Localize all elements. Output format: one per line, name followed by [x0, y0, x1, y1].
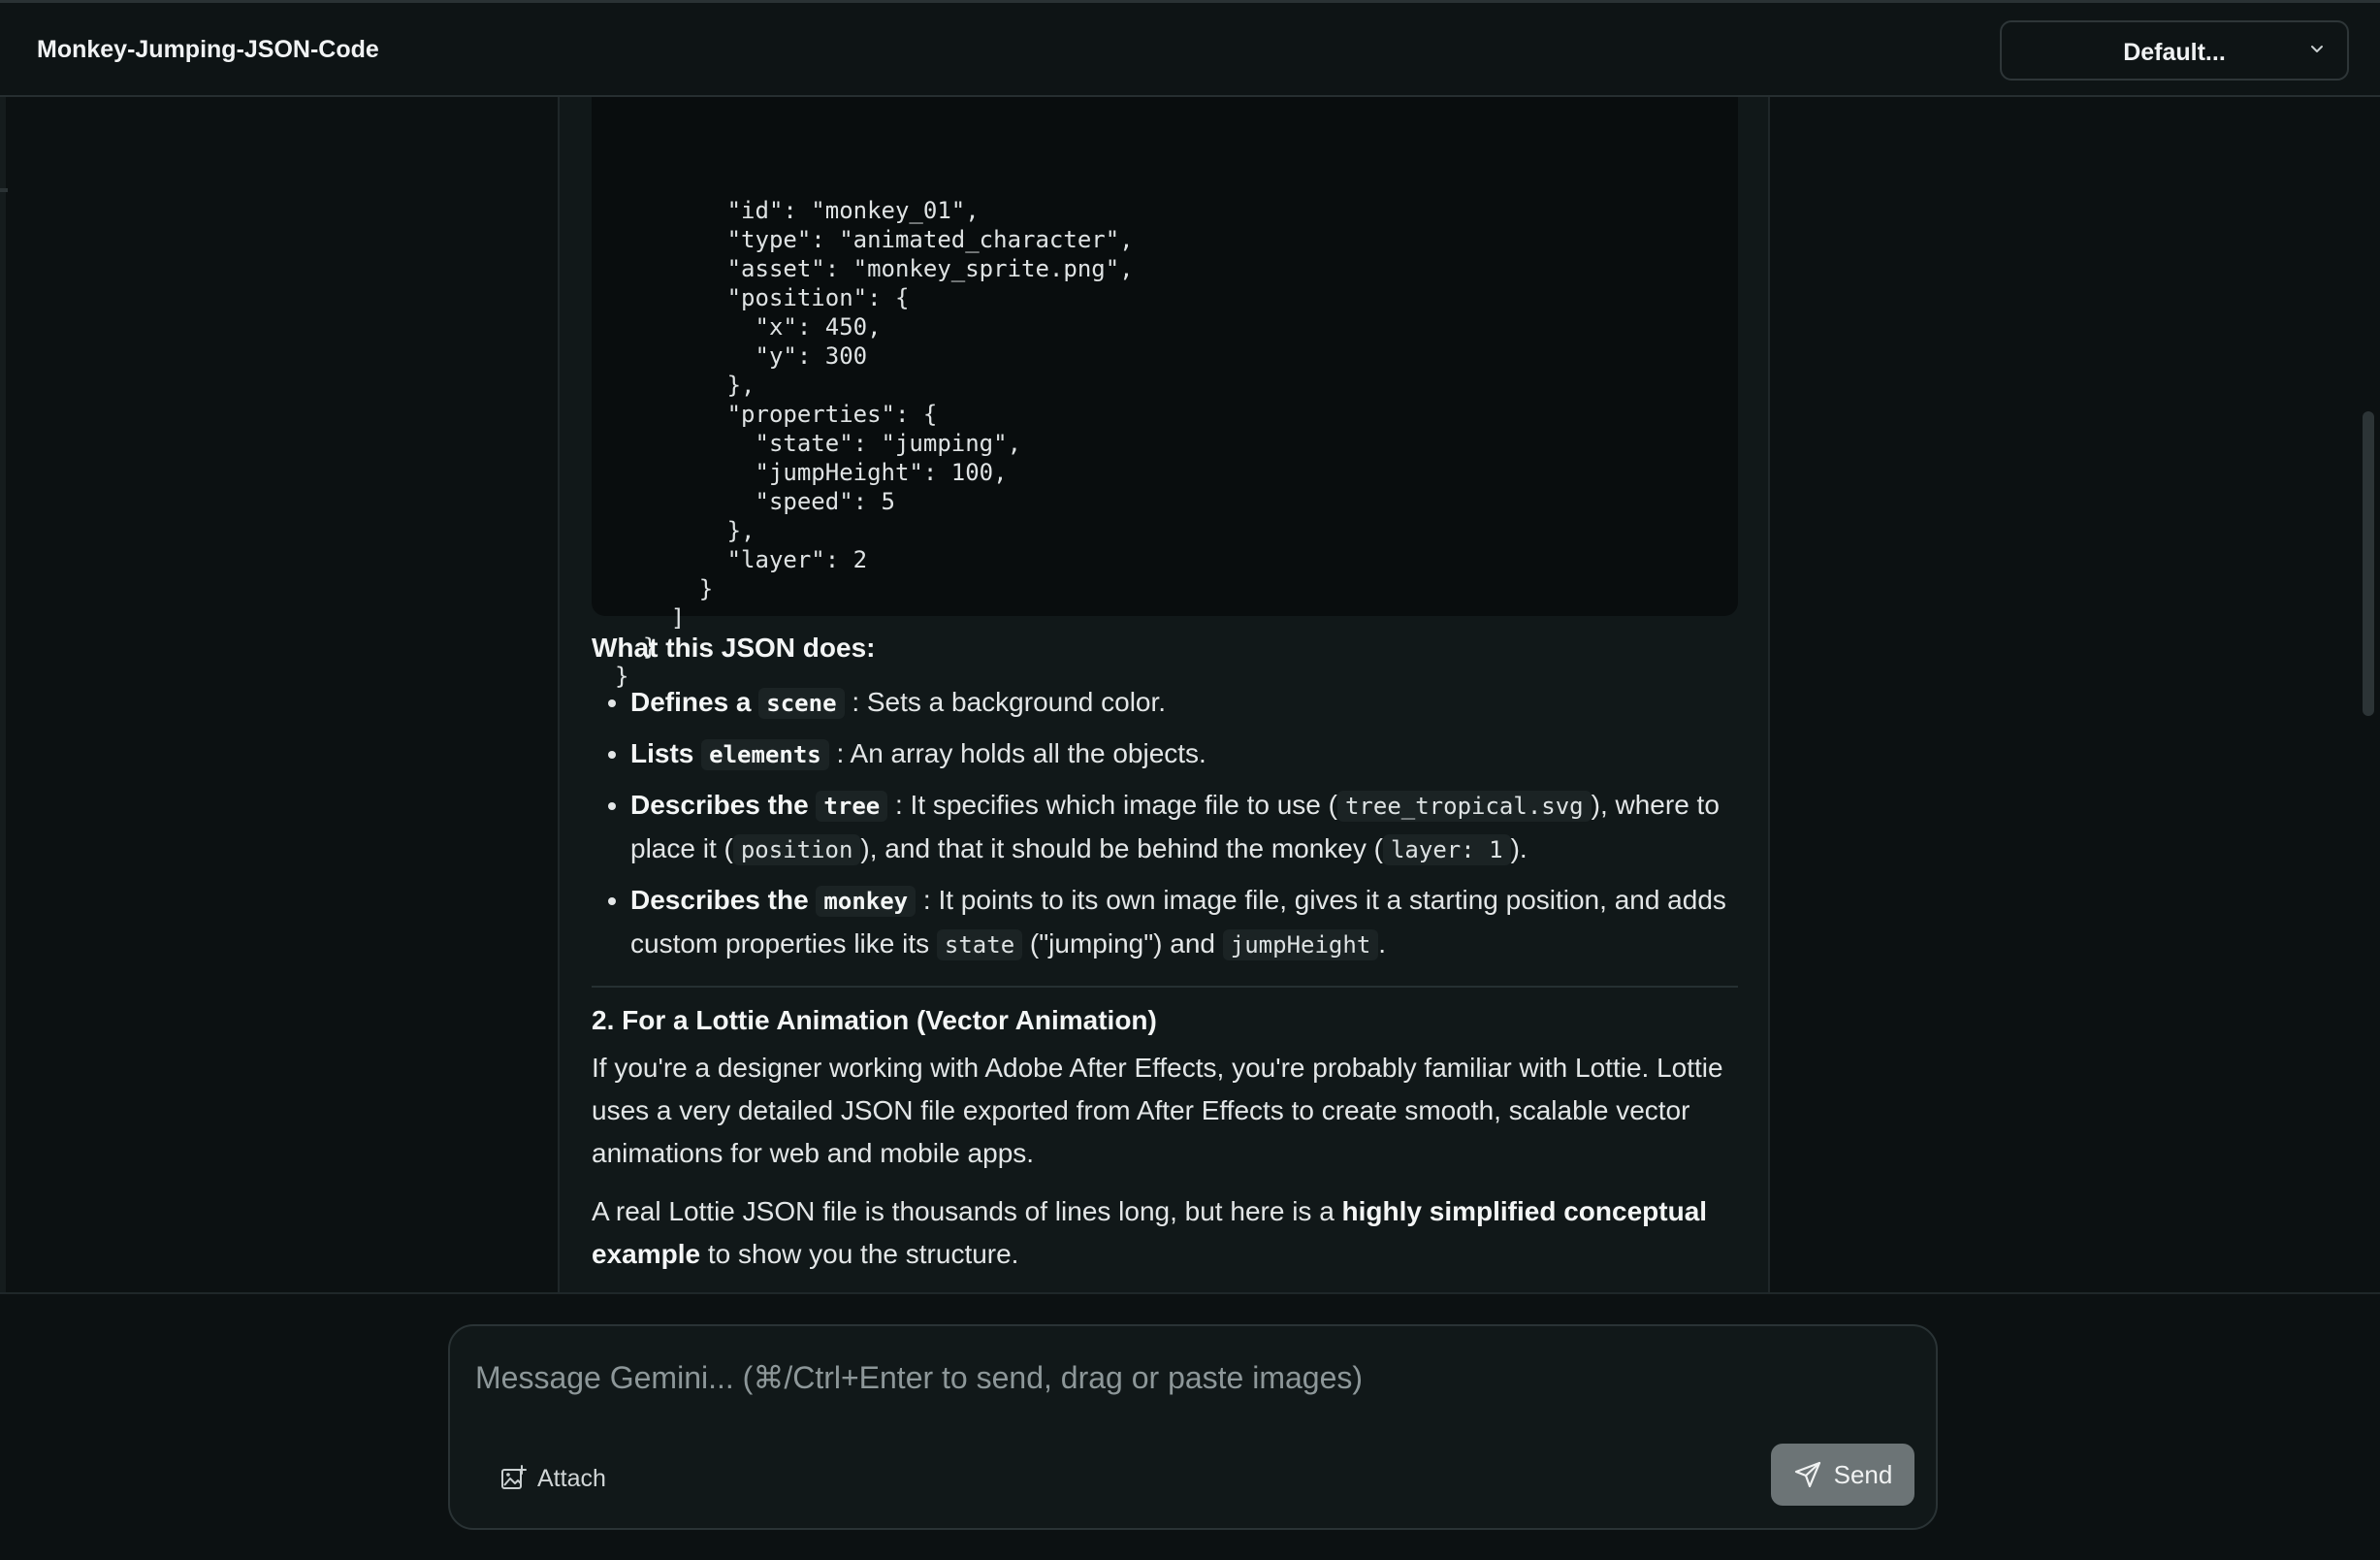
what-json-does-heading: What this JSON does:	[592, 633, 876, 663]
inline-code: position	[732, 834, 861, 865]
message-placeholder: Message Gemini... (⌘/Ctrl+Enter to send,…	[475, 1360, 1364, 1395]
send-label: Send	[1833, 1459, 1893, 1489]
inline-code: layer: 1	[1382, 834, 1511, 865]
top-bar: Monkey-Jumping-JSON-Code Default...	[0, 0, 2380, 97]
inline-code: state	[936, 929, 1023, 960]
bullet-text: : It specifies which image file to use (	[895, 790, 1337, 820]
attach-label: Attach	[537, 1464, 606, 1492]
paragraph: A real Lottie JSON file is thousands of …	[592, 1190, 1738, 1276]
list-item: Defines a scene : Sets a background colo…	[630, 681, 1738, 725]
bullet-lead: Describes the	[630, 885, 809, 915]
model-select-value: Default...	[2123, 39, 2226, 66]
image-add-icon	[501, 1465, 527, 1489]
inline-code: jumpHeight	[1222, 929, 1379, 960]
inline-code: monkey	[816, 886, 917, 917]
code-block: "id": "monkey_01", "type": "animated_cha…	[592, 97, 1738, 690]
left-sidebar-marker	[0, 188, 8, 192]
bullet-lead: Lists	[630, 738, 694, 768]
chevron-down-icon	[2311, 46, 2323, 52]
bullet-text: : An array holds all the objects.	[836, 738, 1206, 768]
bullet-lead: Defines a	[630, 687, 752, 717]
inline-code: tree	[816, 791, 888, 822]
list-item: Describes the tree : It specifies which …	[630, 784, 1738, 871]
list-item: Describes the monkey : It points to its …	[630, 879, 1738, 966]
inline-code: scene	[758, 688, 845, 719]
section-heading: 2. For a Lottie Animation (Vector Animat…	[592, 1005, 1157, 1035]
section-divider	[592, 986, 1738, 988]
paper-plane-icon	[1794, 1461, 1820, 1488]
paragraph-text: A real Lottie JSON file is thousands of …	[592, 1196, 1335, 1226]
conversation-title: Monkey-Jumping-JSON-Code	[37, 36, 379, 63]
list-item: Lists elements : An array holds all the …	[630, 732, 1738, 776]
bullet-text: ).	[1510, 833, 1528, 863]
attach-button[interactable]: Attach	[499, 1459, 606, 1498]
bullet-text: ), and that it should be behind the monk…	[860, 833, 1383, 863]
message-input[interactable]: Message Gemini... (⌘/Ctrl+Enter to send,…	[448, 1324, 1938, 1530]
model-select[interactable]: Default...	[2000, 20, 2349, 81]
code-content: "id": "monkey_01", "type": "animated_cha…	[615, 197, 1134, 690]
send-button[interactable]: Send	[1771, 1444, 1914, 1506]
bullet-text: ("jumping") and	[1029, 928, 1215, 959]
bullet-lead: Describes the	[630, 790, 809, 820]
scrollbar-thumb[interactable]	[2363, 411, 2374, 716]
inline-code: tree_tropical.svg	[1336, 791, 1592, 822]
explanation-list: Defines a scene : Sets a background colo…	[592, 681, 1738, 974]
paragraph-text: to show you the structure.	[707, 1239, 1019, 1269]
paragraph: If you're a designer working with Adobe …	[592, 1053, 1723, 1168]
inline-code: elements	[701, 739, 829, 770]
chat-message-column: "id": "monkey_01", "type": "animated_cha…	[558, 97, 1770, 1292]
bullet-text: : Sets a background color.	[852, 687, 1167, 717]
left-sidebar-edge	[0, 97, 6, 1292]
bullet-text: .	[1378, 928, 1387, 959]
